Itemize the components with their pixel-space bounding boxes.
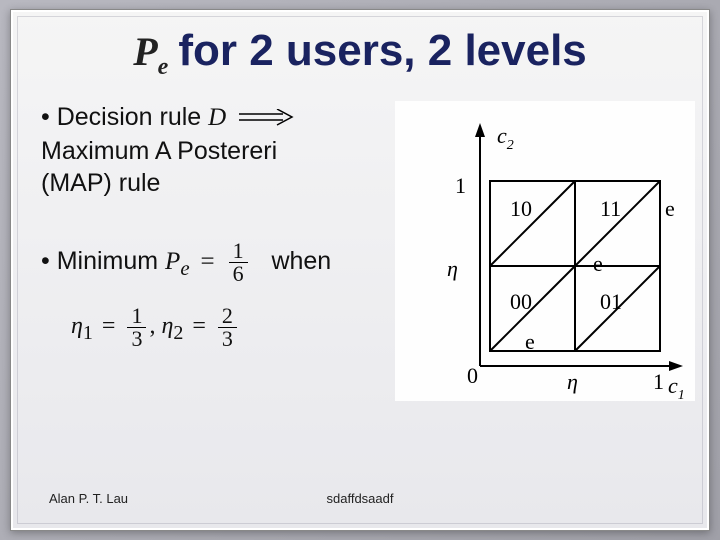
eta1-sub: 1: [83, 321, 93, 343]
eta-x: η: [567, 369, 578, 394]
figure-svg: c2 c1 1 1 0 η η 10 11 00 01 e e e: [395, 101, 695, 401]
c2-label: c2: [497, 123, 514, 153]
b2-when: when: [271, 247, 331, 275]
eq2: =: [192, 313, 206, 339]
b1-prefix: • Decision rule: [41, 103, 208, 131]
cell-11: 11: [600, 196, 621, 221]
title-P: P: [133, 29, 157, 74]
slide-frame: Pefor 2 users, 2 levels • Decision rule …: [10, 9, 710, 531]
slide-inner: Pefor 2 users, 2 levels • Decision rule …: [21, 20, 699, 520]
f2d: 3: [218, 328, 237, 350]
f1d: 3: [127, 328, 146, 350]
f1n: 1: [127, 305, 146, 328]
b2-P-sub: e: [180, 256, 189, 280]
cell-01: 01: [600, 289, 622, 314]
eta-equation: η1 = 1 3 , η2 = 2 3: [71, 305, 401, 350]
e-right: e: [665, 196, 675, 221]
eta2: η: [161, 313, 173, 339]
e-mid: e: [593, 251, 603, 276]
b2-P: P: [165, 248, 180, 275]
eta-comma: ,: [149, 313, 161, 339]
b2-frac-num: 1: [229, 240, 248, 263]
footer-author: Alan P. T. Lau: [49, 491, 128, 506]
b2-prefix: • Minimum: [41, 247, 158, 275]
eta2-sub: 2: [173, 321, 183, 343]
title-symbol: Pe: [133, 29, 168, 74]
x-one: 1: [653, 369, 664, 394]
content-area: • Decision rule D Maximum A Postereri (M…: [21, 101, 699, 350]
y-one: 1: [455, 173, 466, 198]
slide-title: Pefor 2 users, 2 levels: [21, 26, 699, 81]
title-text: for 2 users, 2 levels: [178, 26, 586, 75]
f2n: 2: [218, 305, 237, 328]
title-P-sub: e: [158, 54, 169, 80]
c1-label: c1: [668, 373, 685, 401]
frac1: 1 3: [127, 305, 146, 350]
b2-frac-den: 6: [229, 263, 248, 285]
bullet-1: • Decision rule D Maximum A Postereri (M…: [41, 101, 401, 200]
eta-y: η: [447, 256, 458, 281]
b1-D: D: [208, 104, 226, 131]
b1-line2: (MAP) rule: [41, 169, 160, 197]
bullet-2: • Minimum Pe = 1 6 when: [41, 240, 401, 285]
footer-center: sdaffdsaadf: [327, 491, 394, 506]
left-column: • Decision rule D Maximum A Postereri (M…: [41, 101, 401, 350]
cell-00: 00: [510, 289, 532, 314]
e-bottom: e: [525, 329, 535, 354]
b2-eq: =: [201, 248, 215, 275]
origin-zero: 0: [467, 363, 478, 388]
b1-line1: Maximum A Postereri: [41, 137, 277, 165]
b2-fraction: 1 6: [229, 240, 248, 285]
eta1: η: [71, 313, 83, 339]
cell-10: 10: [510, 196, 532, 221]
implies-arrow-icon: [237, 109, 297, 127]
frac2: 2 3: [218, 305, 237, 350]
decision-square-figure: c2 c1 1 1 0 η η 10 11 00 01 e e e: [395, 101, 695, 401]
eq1: =: [102, 313, 116, 339]
